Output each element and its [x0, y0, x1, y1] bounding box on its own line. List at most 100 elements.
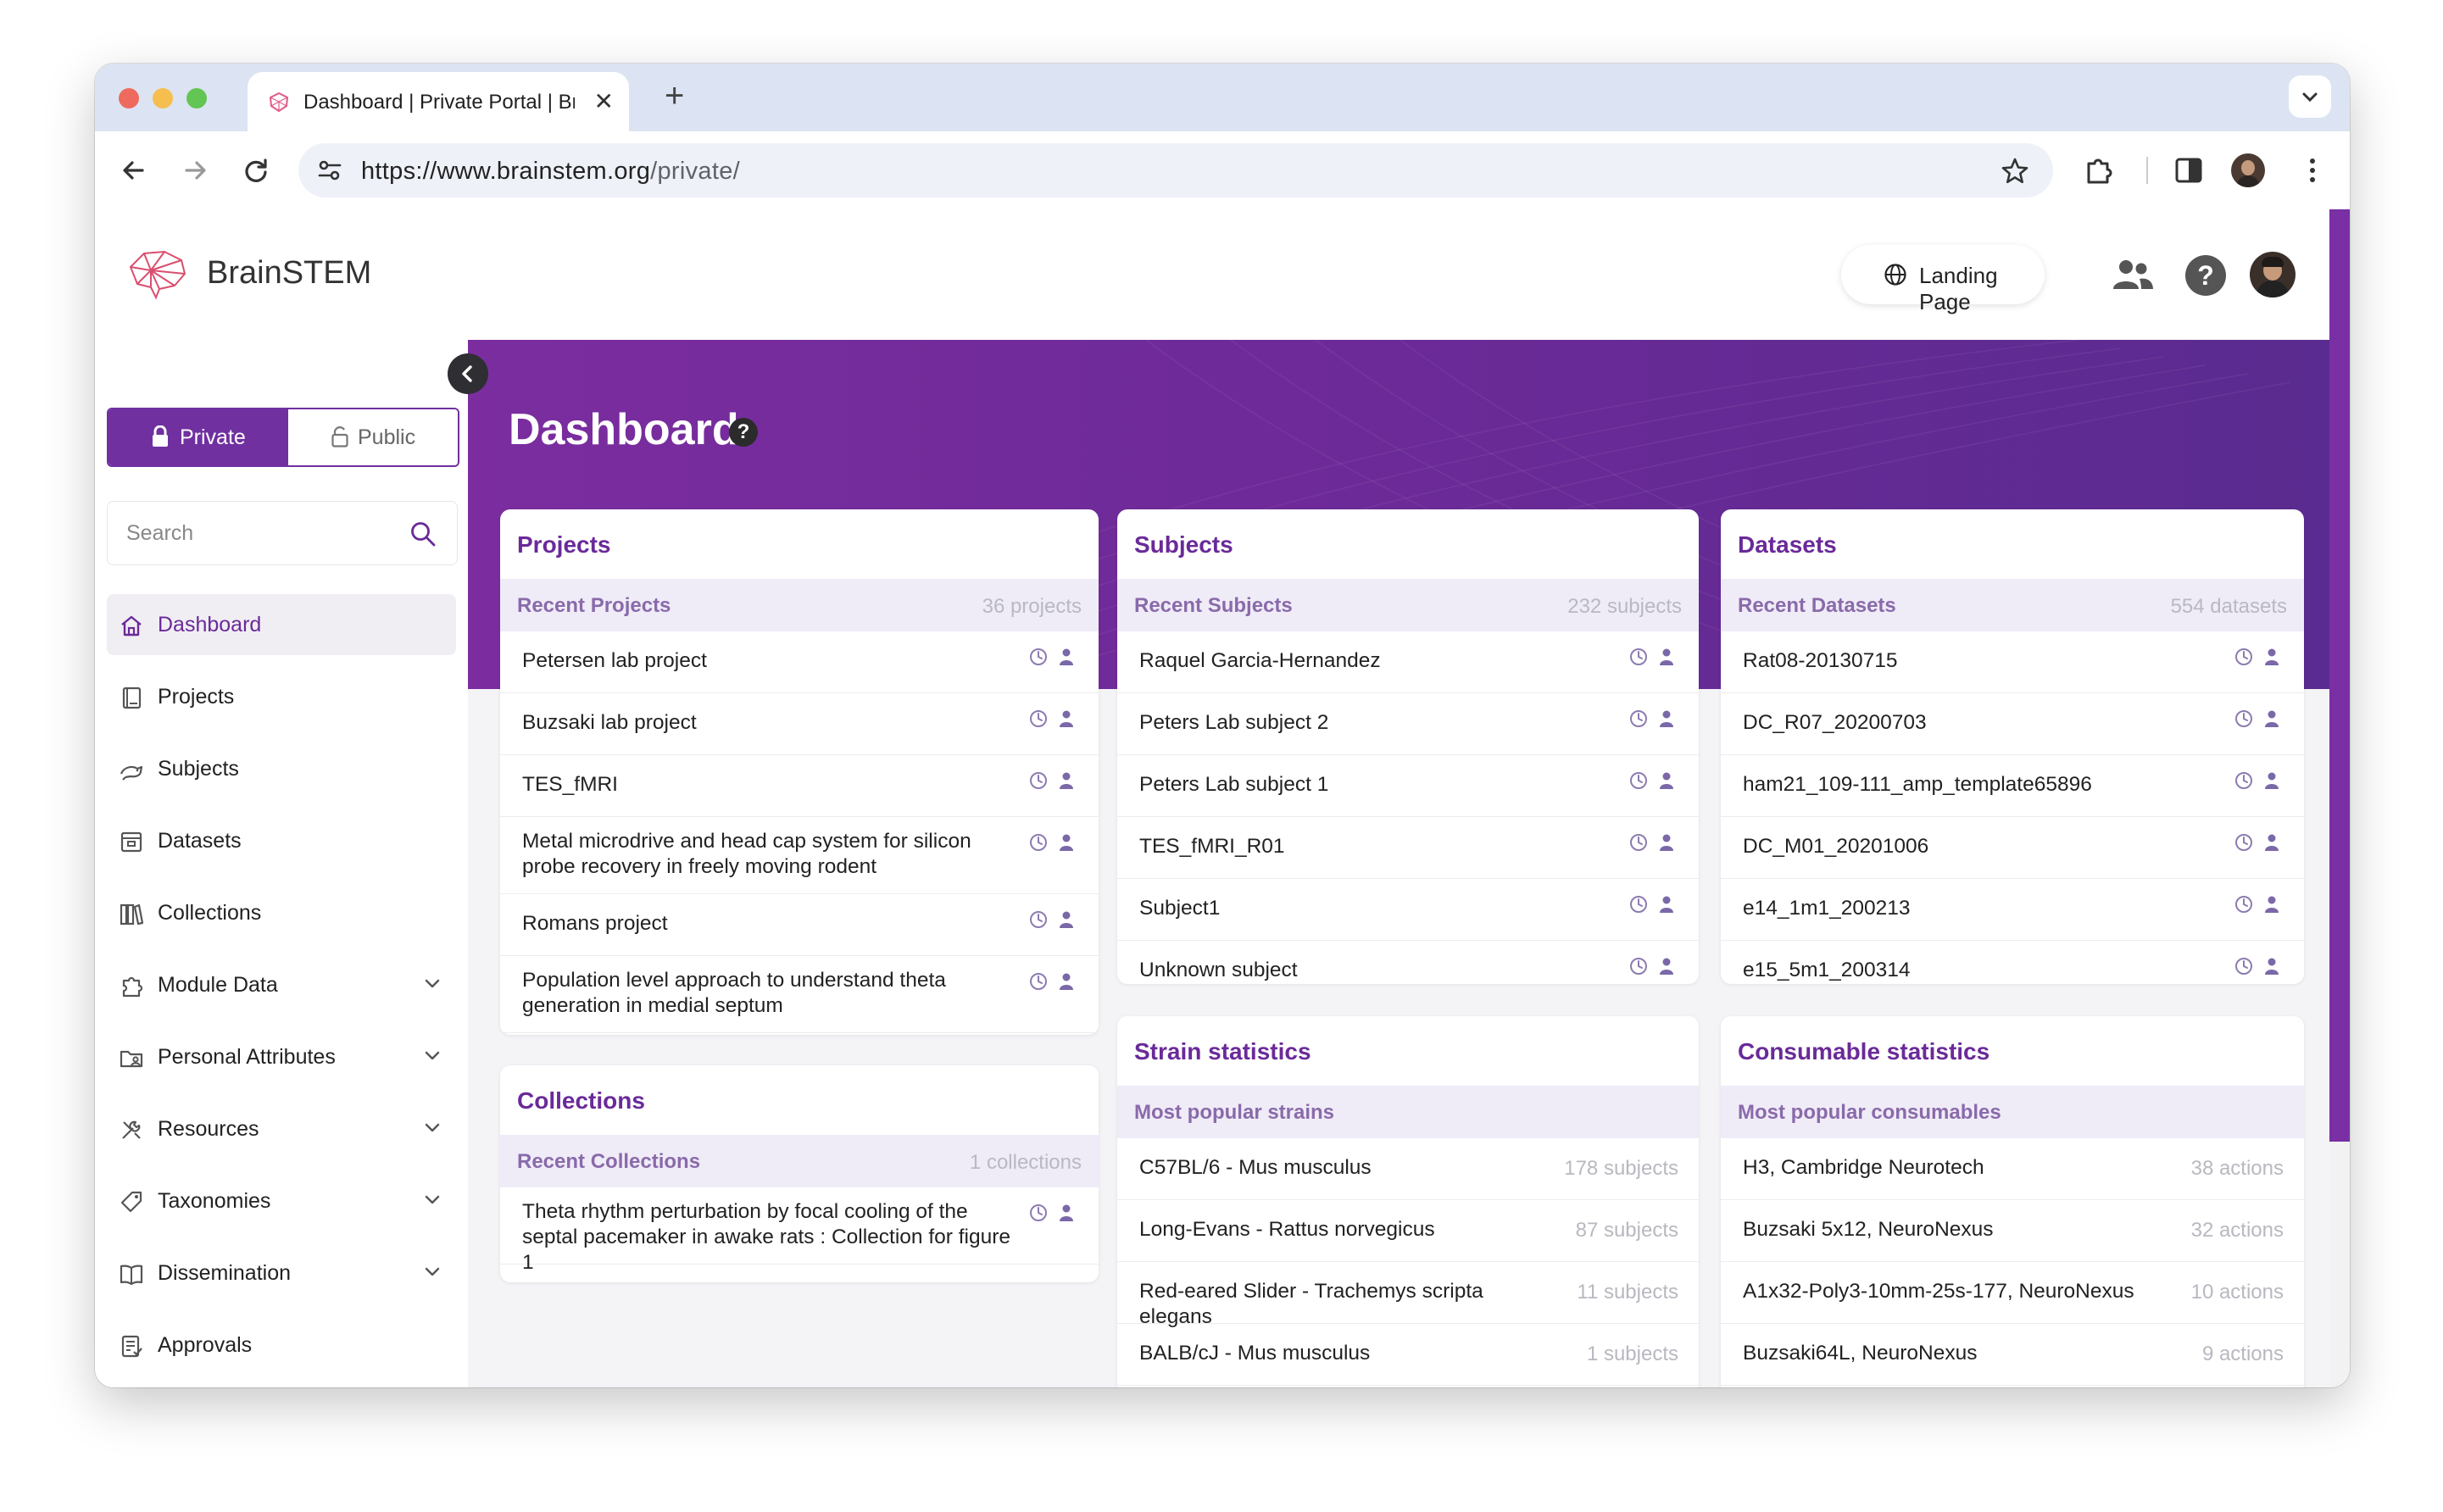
list-item[interactable]: Long-Evans - Rattus norvegicus 87 subject…: [1117, 1200, 1699, 1262]
sidebar-item-datasets[interactable]: Datasets: [107, 810, 456, 871]
list-item[interactable]: BALB/cJ - Mus musculus 1 subjects: [1117, 1324, 1699, 1386]
history-icon[interactable]: [2235, 958, 2252, 975]
history-icon[interactable]: [1630, 896, 1647, 913]
user-permissions-icon[interactable]: [1060, 772, 1073, 790]
bookmark-star-icon[interactable]: [2001, 157, 2029, 186]
list-item-label[interactable]: H3, Cambridge Neurotech: [1743, 1155, 2151, 1181]
reload-icon[interactable]: [237, 152, 275, 189]
help-icon[interactable]: ?: [2185, 255, 2226, 296]
sidebar-item-subjects[interactable]: Subjects: [107, 738, 456, 799]
list-item[interactable]: Buzsaki64L, NeuroNexus 9 actions: [1721, 1324, 2304, 1386]
user-permissions-icon[interactable]: [1060, 648, 1073, 666]
private-toggle-button[interactable]: Private: [109, 409, 288, 465]
list-item-label[interactable]: Petersen lab project: [522, 648, 1014, 674]
list-item-label[interactable]: C57BL/6 - Mus musculus: [1139, 1155, 1546, 1181]
list-item[interactable]: Theta rhythm perturbation by focal cooli…: [500, 1187, 1099, 1274]
user-permissions-icon[interactable]: [2265, 896, 2279, 914]
list-item-label[interactable]: e15_5m1_200314: [1743, 958, 2219, 983]
history-icon[interactable]: [1630, 710, 1647, 727]
user-permissions-icon[interactable]: [1660, 896, 1673, 914]
list-item-label[interactable]: Buzsaki 5x12, NeuroNexus: [1743, 1217, 2151, 1242]
list-item-label[interactable]: Metal microdrive and head cap system for…: [522, 829, 1014, 880]
user-permissions-icon[interactable]: [1660, 710, 1673, 728]
user-permissions-icon[interactable]: [2265, 958, 2279, 976]
list-item[interactable]: ham21_109-111_amp_template65896: [1721, 755, 2304, 817]
browser-profile-avatar[interactable]: [2231, 153, 2265, 187]
list-item-label[interactable]: Theta rhythm perturbation by focal cooli…: [522, 1199, 1014, 1276]
page-scrollbar[interactable]: [2329, 209, 2350, 1387]
list-item-label[interactable]: A1x32-Poly3-10mm-25s-177, NeuroNexus: [1743, 1279, 2151, 1304]
history-icon[interactable]: [1630, 772, 1647, 789]
history-icon[interactable]: [1030, 1204, 1047, 1221]
list-item-label[interactable]: Peters Lab subject 1: [1139, 772, 1614, 798]
sidebar-item-personal-attributes[interactable]: Personal Attributes: [107, 1026, 456, 1087]
site-settings-icon[interactable]: [317, 158, 342, 182]
list-item[interactable]: Buzsaki lab project: [500, 693, 1099, 755]
tab-search-button[interactable]: [2289, 75, 2331, 118]
list-item-label[interactable]: DC_M01_20201006: [1743, 834, 2219, 859]
user-permissions-icon[interactable]: [1060, 1204, 1073, 1222]
user-permissions-icon[interactable]: [1060, 834, 1073, 852]
list-item[interactable]: C57BL/6 - Mus musculus 178 subjects: [1117, 1138, 1699, 1200]
sidebar-item-dashboard[interactable]: Dashboard: [107, 594, 456, 655]
list-item[interactable]: H3, Cambridge Neurotech 38 actions: [1721, 1138, 2304, 1200]
sidebar-item-approvals[interactable]: Approvals: [107, 1315, 456, 1376]
list-item-label[interactable]: Buzsaki lab project: [522, 710, 1014, 736]
new-tab-button[interactable]: +: [665, 79, 684, 113]
history-icon[interactable]: [1030, 772, 1047, 789]
sidebar-item-dissemination[interactable]: Dissemination: [107, 1242, 456, 1304]
user-permissions-icon[interactable]: [2265, 834, 2279, 852]
close-window-button[interactable]: [119, 88, 139, 108]
collections-title[interactable]: Collections: [517, 1087, 645, 1115]
list-item[interactable]: Rat08-20130715: [1721, 631, 2304, 693]
history-icon[interactable]: [1630, 958, 1647, 975]
chevron-down-icon[interactable]: [424, 1194, 441, 1206]
list-item-label[interactable]: Romans project: [522, 911, 1014, 937]
list-item-label[interactable]: Raquel Garcia-Hernandez: [1139, 648, 1614, 674]
forward-arrow-icon[interactable]: [176, 152, 214, 189]
list-item-label[interactable]: Subject1: [1139, 896, 1614, 921]
search-icon[interactable]: [409, 520, 437, 548]
landing-page-button[interactable]: Landing Page: [1841, 245, 2045, 314]
search-input[interactable]: [125, 517, 382, 549]
list-item[interactable]: Peters Lab subject 2: [1117, 693, 1699, 755]
chevron-down-icon[interactable]: [424, 1122, 441, 1134]
user-permissions-icon[interactable]: [1060, 973, 1073, 991]
list-item[interactable]: Red-eared Slider - Trachemys scripta ele…: [1117, 1262, 1699, 1328]
datasets-title[interactable]: Datasets: [1738, 531, 1837, 559]
list-item[interactable]: Raquel Garcia-Hernandez: [1117, 631, 1699, 693]
list-item[interactable]: Subject1: [1117, 879, 1699, 941]
history-icon[interactable]: [2235, 834, 2252, 851]
history-icon[interactable]: [2235, 648, 2252, 665]
list-item-label[interactable]: BALB/cJ - Mus musculus: [1139, 1341, 1546, 1366]
list-item-label[interactable]: Unknown subject: [1139, 958, 1614, 983]
user-permissions-icon[interactable]: [1660, 834, 1673, 852]
projects-title[interactable]: Projects: [517, 531, 611, 559]
brand-name[interactable]: BrainSTEM: [207, 255, 371, 292]
list-item[interactable]: e14_1m1_200213: [1721, 879, 2304, 941]
extensions-icon[interactable]: [2080, 152, 2117, 189]
back-arrow-icon[interactable]: [115, 152, 153, 189]
user-permissions-icon[interactable]: [1660, 772, 1673, 790]
user-permissions-icon[interactable]: [1060, 911, 1073, 929]
history-icon[interactable]: [1630, 648, 1647, 665]
list-item-label[interactable]: DC_R07_20200703: [1743, 710, 2219, 736]
side-panel-icon[interactable]: [2170, 152, 2207, 189]
sidebar-item-projects[interactable]: Projects: [107, 666, 456, 727]
list-item[interactable]: e15_5m1_200314: [1721, 941, 2304, 984]
list-item-label[interactable]: Peters Lab subject 2: [1139, 710, 1614, 736]
list-item[interactable]: A1x32-Poly3-10mm-25s-177, NeuroNexus 10 a…: [1721, 1262, 2304, 1324]
sidebar-item-module-data[interactable]: Module Data: [107, 954, 456, 1015]
list-item[interactable]: Romans project: [500, 894, 1099, 956]
list-item[interactable]: DC_R07_20200703: [1721, 693, 2304, 755]
history-icon[interactable]: [2235, 710, 2252, 727]
list-item[interactable]: Peters Lab subject 1: [1117, 755, 1699, 817]
list-item-label[interactable]: Population level approach to understand …: [522, 968, 1014, 1019]
history-icon[interactable]: [2235, 896, 2252, 913]
list-item-label[interactable]: Buzsaki64L, NeuroNexus: [1743, 1341, 2151, 1366]
history-icon[interactable]: [1030, 973, 1047, 990]
address-bar[interactable]: https://www.brainstem.org/private/: [298, 143, 2053, 197]
sidebar-item-resources[interactable]: Resources: [107, 1098, 456, 1159]
history-icon[interactable]: [1030, 911, 1047, 928]
chevron-down-icon[interactable]: [424, 1266, 441, 1278]
